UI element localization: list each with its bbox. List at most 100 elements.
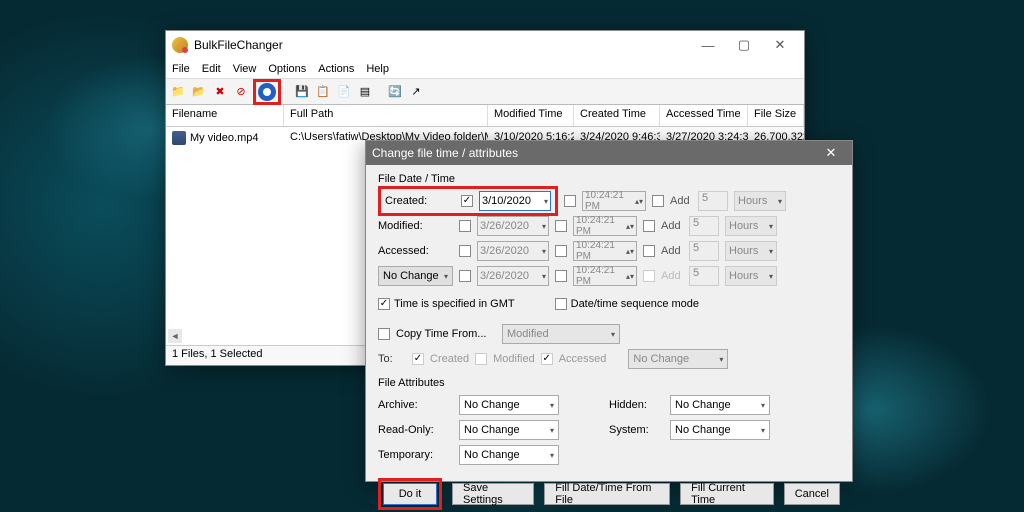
created-add-value[interactable]: 5 (698, 191, 728, 211)
folder-add-icon[interactable]: 📁 (169, 83, 187, 101)
nochange-add-unit[interactable]: Hours▾ (725, 266, 777, 286)
system-select[interactable]: No Change▾ (670, 420, 770, 440)
nochange-time-input[interactable]: 10:24:21 PM▴▾ (573, 266, 637, 286)
created-date-input[interactable]: 3/10/2020▾ (479, 191, 551, 211)
gmt-checkbox[interactable] (378, 298, 390, 310)
nochange-add-label: Add (661, 270, 683, 282)
hidden-select[interactable]: No Change▾ (670, 395, 770, 415)
menu-help[interactable]: Help (366, 63, 389, 75)
maximize-button[interactable]: ▢ (726, 34, 762, 56)
refresh-icon[interactable]: 🔄 (386, 83, 404, 101)
to-created-label: Created (430, 353, 469, 365)
menu-file[interactable]: File (172, 63, 190, 75)
modified-time-input[interactable]: 10:24:21 PM▴▾ (573, 216, 637, 236)
fill-current-time-button[interactable]: Fill Current Time (680, 483, 774, 505)
cell-filename: My video.mp4 (190, 132, 258, 144)
col-modified[interactable]: Modified Time (488, 105, 574, 126)
col-filename[interactable]: Filename (166, 105, 284, 126)
accessed-time-input[interactable]: 10:24:21 PM▴▾ (573, 241, 637, 261)
archive-select[interactable]: No Change▾ (459, 395, 559, 415)
nochange-time-checkbox[interactable] (555, 270, 567, 282)
main-titlebar[interactable]: BulkFileChanger — ▢ ✕ (166, 31, 804, 59)
toolbar: 📁 📂 ✖ ⊘ 💾 📋 📄 ▤ 🔄 ↗ (166, 79, 804, 105)
scroll-left-icon[interactable]: ◄ (168, 329, 182, 343)
section-attributes: File Attributes (378, 377, 840, 389)
modified-add-unit[interactable]: Hours▾ (725, 216, 777, 236)
section-datetime: File Date / Time (378, 173, 840, 185)
created-add-unit[interactable]: Hours▾ (734, 191, 786, 211)
copy-icon[interactable]: 📋 (314, 83, 332, 101)
col-fullpath[interactable]: Full Path (284, 105, 488, 126)
to-accessed-checkbox[interactable] (541, 353, 553, 365)
nochange-date-input[interactable]: 3/26/2020▾ (477, 266, 549, 286)
copy-from-checkbox[interactable] (378, 328, 390, 340)
hidden-label: Hidden: (609, 399, 664, 411)
dialog-title: Change file time / attributes (372, 146, 518, 160)
archive-label: Archive: (378, 399, 453, 411)
temporary-select[interactable]: No Change▾ (459, 445, 559, 465)
red-x-icon[interactable]: ✖ (211, 83, 229, 101)
created-time-checkbox[interactable] (564, 195, 576, 207)
readonly-label: Read-Only: (378, 424, 453, 436)
dialog-titlebar[interactable]: Change file time / attributes ✕ (366, 141, 852, 165)
accessed-label: Accessed: (378, 245, 453, 257)
save-icon[interactable]: 💾 (293, 83, 311, 101)
close-button[interactable]: ✕ (762, 34, 798, 56)
to-accessed-label: Accessed (559, 353, 607, 365)
col-created[interactable]: Created Time (574, 105, 660, 126)
cancel-button[interactable]: Cancel (784, 483, 840, 505)
folder-icon[interactable]: 📂 (190, 83, 208, 101)
system-label: System: (609, 424, 664, 436)
paste-icon[interactable]: 📄 (335, 83, 353, 101)
copy-from-select[interactable]: Modified▾ (502, 324, 620, 344)
modified-label: Modified: (378, 220, 453, 232)
readonly-select[interactable]: No Change▾ (459, 420, 559, 440)
list-icon[interactable]: ▤ (356, 83, 374, 101)
dialog-close-button[interactable]: ✕ (816, 142, 846, 164)
created-date-checkbox[interactable] (461, 195, 473, 207)
to-modified-checkbox[interactable] (475, 353, 487, 365)
col-filesize[interactable]: File Size (748, 105, 804, 126)
col-accessed[interactable]: Accessed Time (660, 105, 748, 126)
accessed-date-checkbox[interactable] (459, 245, 471, 257)
to-created-checkbox[interactable] (412, 353, 424, 365)
menu-actions[interactable]: Actions (318, 63, 354, 75)
doit-button[interactable]: Do it (383, 483, 437, 505)
sequence-checkbox[interactable] (555, 298, 567, 310)
menu-edit[interactable]: Edit (202, 63, 221, 75)
created-time-input[interactable]: 10:24:21 PM▴▾ (582, 191, 646, 211)
change-time-icon[interactable] (258, 83, 276, 101)
change-time-button-highlight (253, 79, 281, 105)
modified-time-checkbox[interactable] (555, 220, 567, 232)
nochange-select[interactable]: No Change▾ (378, 266, 453, 286)
menu-view[interactable]: View (233, 63, 257, 75)
nochange-add-value[interactable]: 5 (689, 266, 719, 286)
column-headers: Filename Full Path Modified Time Created… (166, 105, 804, 127)
fill-from-file-button[interactable]: Fill Date/Time From File (544, 483, 670, 505)
accessed-add-value[interactable]: 5 (689, 241, 719, 261)
sequence-label: Date/time sequence mode (571, 298, 699, 310)
created-add-checkbox[interactable] (652, 195, 664, 207)
accessed-add-unit[interactable]: Hours▾ (725, 241, 777, 261)
app-icon (172, 37, 188, 53)
modified-date-checkbox[interactable] (459, 220, 471, 232)
accessed-date-input[interactable]: 3/26/2020▾ (477, 241, 549, 261)
modified-add-label: Add (661, 220, 683, 232)
nochange-add-checkbox[interactable] (643, 270, 655, 282)
exit-icon[interactable]: ↗ (407, 83, 425, 101)
save-settings-button[interactable]: Save Settings (452, 483, 534, 505)
accessed-time-checkbox[interactable] (555, 245, 567, 257)
created-add-label: Add (670, 195, 692, 207)
nochange-date-checkbox[interactable] (459, 270, 471, 282)
red-stop-icon[interactable]: ⊘ (232, 83, 250, 101)
menu-options[interactable]: Options (268, 63, 306, 75)
modified-add-checkbox[interactable] (643, 220, 655, 232)
modified-date-input[interactable]: 3/26/2020▾ (477, 216, 549, 236)
modified-add-value[interactable]: 5 (689, 216, 719, 236)
temporary-label: Temporary: (378, 449, 453, 461)
minimize-button[interactable]: — (690, 34, 726, 56)
to-select[interactable]: No Change▾ (628, 349, 728, 369)
accessed-add-checkbox[interactable] (643, 245, 655, 257)
gmt-label: Time is specified in GMT (394, 298, 515, 310)
accessed-add-label: Add (661, 245, 683, 257)
